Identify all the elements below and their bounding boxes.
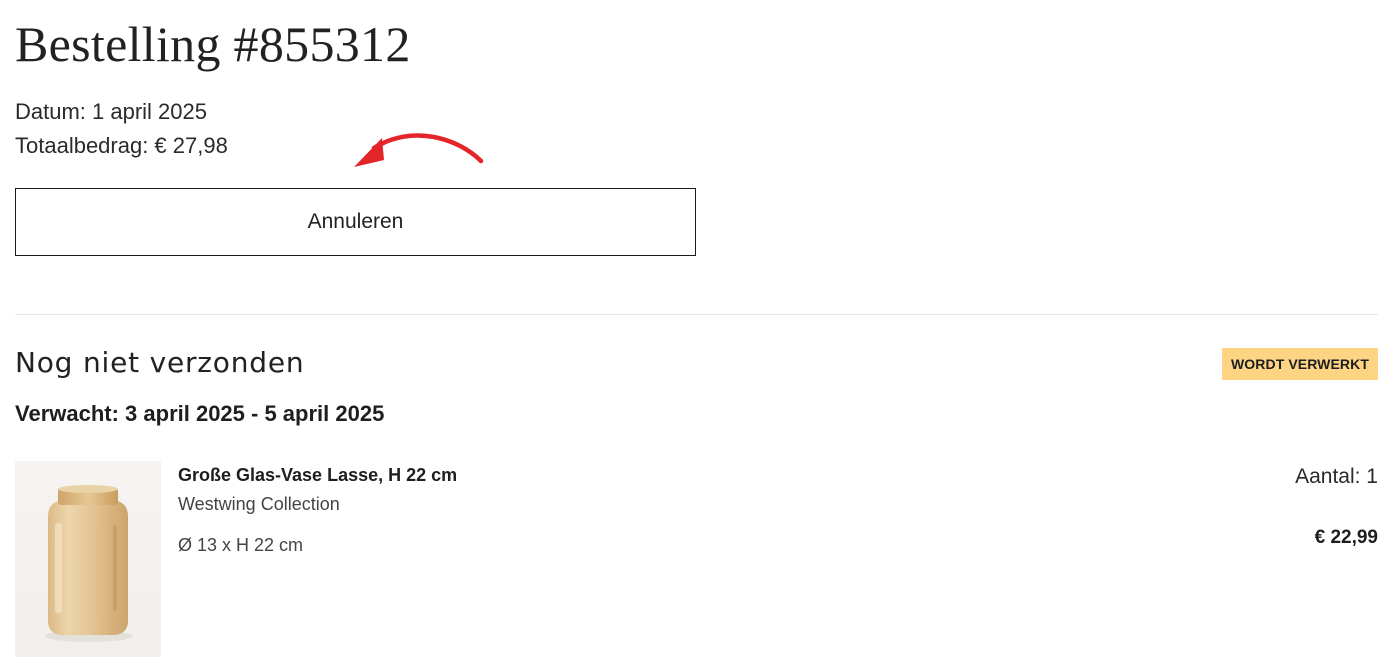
product-price: € 22,99 <box>1314 527 1378 548</box>
order-date: Datum: 1 april 2025 <box>15 99 207 124</box>
product-dimensions: Ø 13 x H 22 cm <box>178 535 304 555</box>
shipment-status-title: Nog niet verzonden <box>15 346 305 379</box>
product-brand: Westwing Collection <box>178 494 340 514</box>
status-badge: WORDT VERWERKT <box>1221 348 1378 380</box>
order-total: Totaalbedrag: € 27,98 <box>15 133 228 158</box>
product-image[interactable] <box>15 461 161 657</box>
order-title: Bestelling #855312 <box>15 16 411 72</box>
product-quantity: Aantal: 1 <box>1295 465 1378 488</box>
expected-delivery: Verwacht: 3 april 2025 - 5 april 2025 <box>15 401 385 426</box>
annotation-arrow-icon <box>354 133 484 167</box>
vase-icon <box>45 485 133 642</box>
product-name[interactable]: Große Glas-Vase Lasse, H 22 cm <box>178 462 457 488</box>
section-divider <box>15 314 1378 315</box>
cancel-button[interactable]: Annuleren <box>15 188 696 256</box>
